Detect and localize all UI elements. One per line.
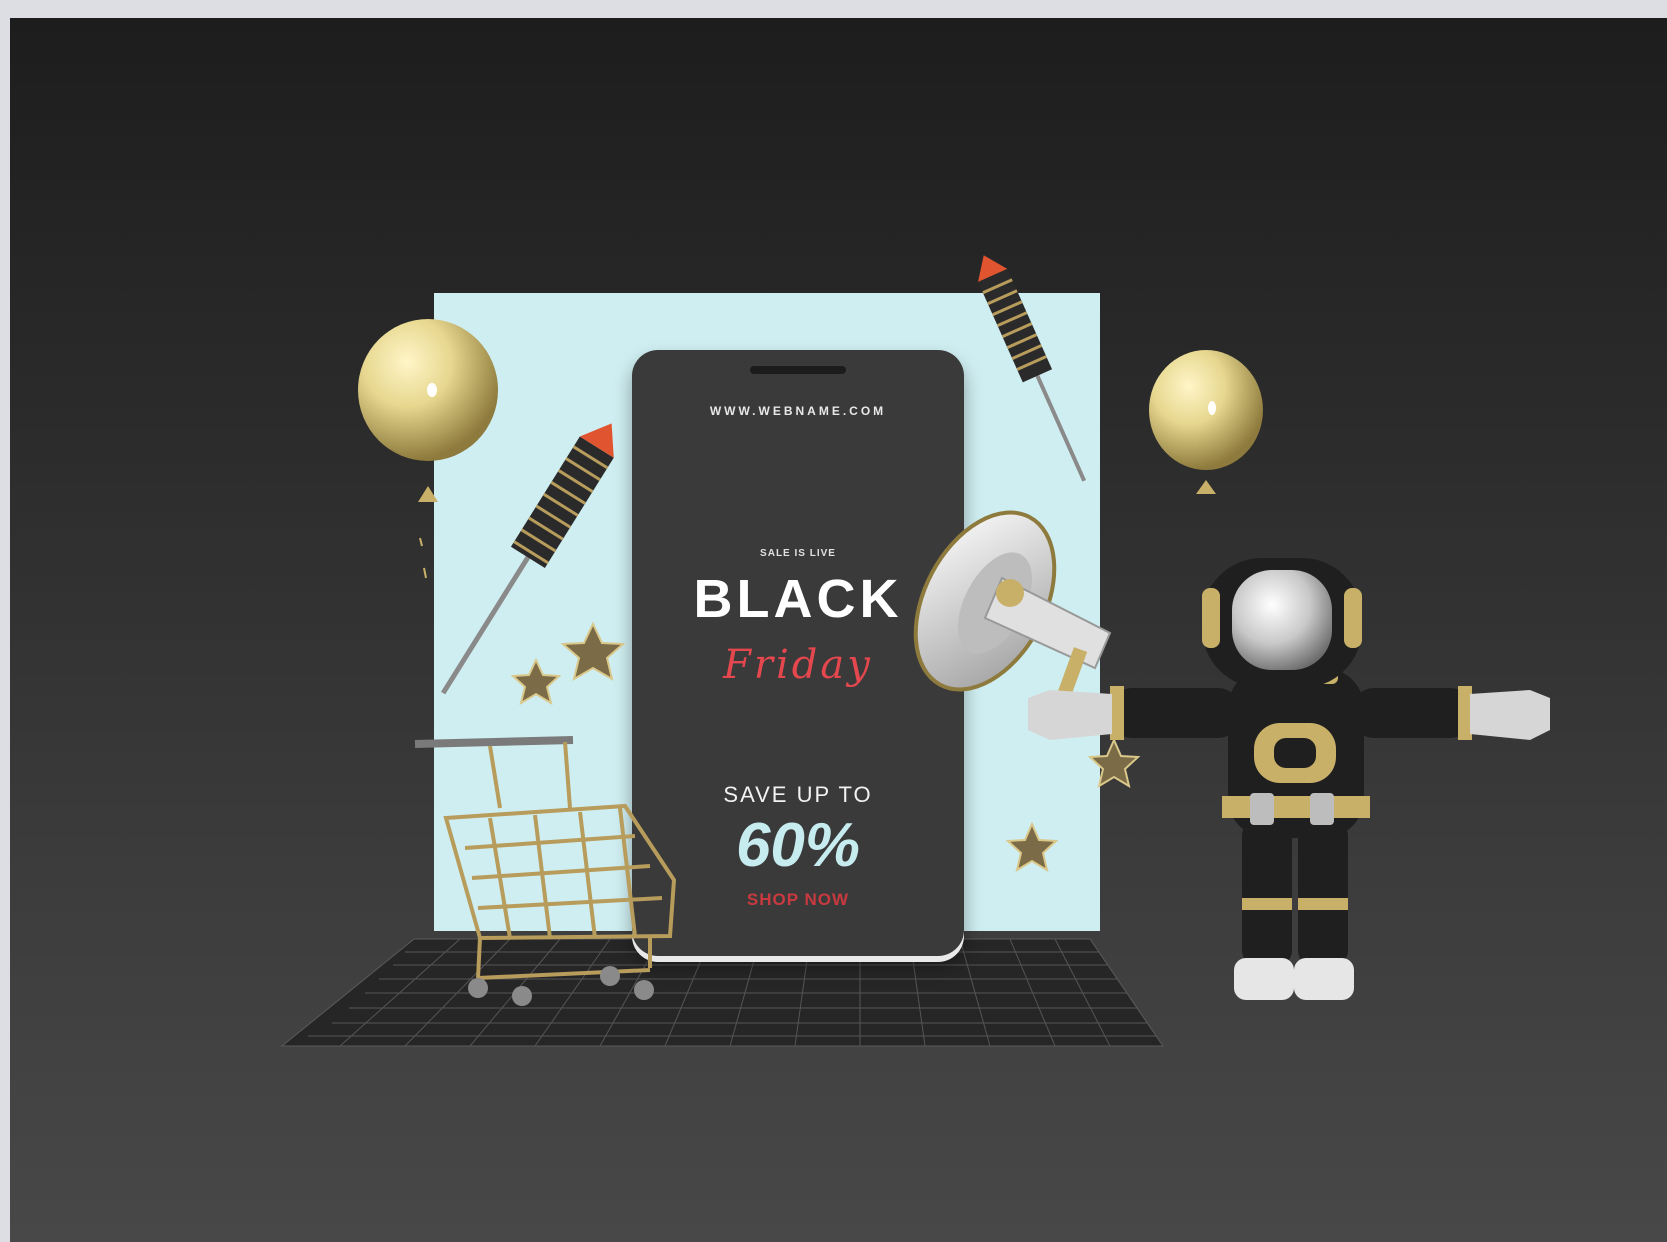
decorations-layer: [358, 255, 1550, 1006]
balloon-right: [1149, 350, 1263, 494]
megaphone-icon: [913, 510, 1112, 699]
star-icon: [1087, 737, 1141, 789]
balloon-left: [358, 319, 498, 579]
star-icon: [560, 621, 626, 682]
firework-rocket-right: [978, 255, 1087, 482]
render-viewport: WWW.WEBNAME.COM SALE IS LIVE BLACK Frida…: [10, 18, 1667, 1242]
shopping-cart-icon: [414, 736, 677, 980]
black-friday-scene: WWW.WEBNAME.COM SALE IS LIVE BLACK Frida…: [10, 18, 1667, 1242]
star-icon: [1005, 821, 1059, 873]
star-icon: [510, 657, 562, 706]
